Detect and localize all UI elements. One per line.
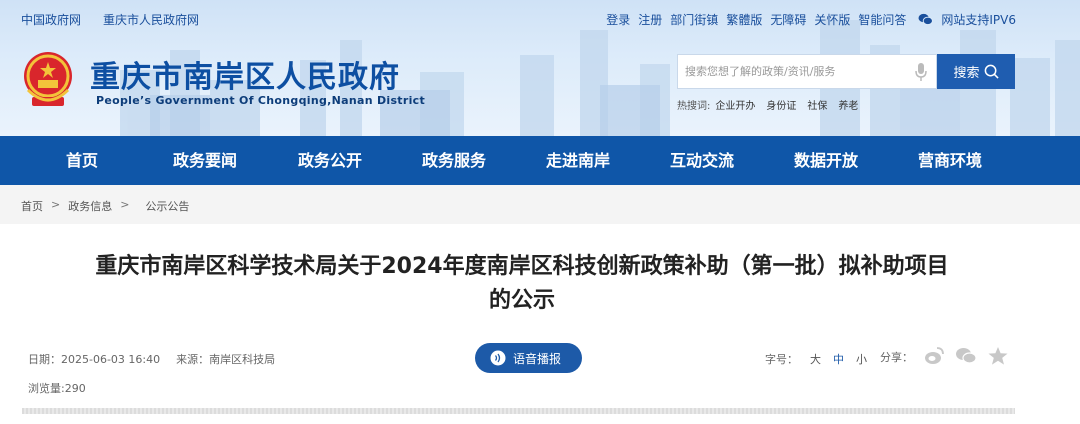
search-box — [677, 54, 937, 89]
microphone-icon[interactable] — [914, 62, 928, 82]
search-button-label: 搜索 — [953, 66, 980, 81]
view-count: 浏览量:290 — [28, 382, 86, 395]
accessibility-link[interactable]: 无障碍 — [770, 11, 806, 28]
nav-item-business-env[interactable]: 营商环境 — [918, 136, 982, 185]
nav-item-about-nanan[interactable]: 走进南岸 — [546, 136, 610, 185]
breadcrumb-home[interactable]: 首页 — [21, 198, 43, 214]
article-title-line-1: 重庆市南岸区科学技术局关于2024年度南岸区科技创新政策补助（第一批）拟补助项目 — [95, 254, 949, 279]
login-link[interactable]: 登录 — [606, 11, 630, 28]
breadcrumb: 首页 > 政务信息 > 公示公告 — [0, 185, 1080, 224]
article-source: 来源：南岸区科技局 — [176, 353, 276, 366]
wechat-share-icon[interactable] — [955, 346, 977, 366]
nav-item-news[interactable]: 政务要闻 — [173, 136, 237, 185]
font-size-large[interactable]: 大 — [810, 351, 821, 367]
site-header: 中国政府网 重庆市人民政府网 登录 注册 部门街镇 繁體版 无障碍 关怀版 智能… — [0, 0, 1080, 136]
weibo-icon[interactable] — [923, 346, 945, 366]
ipv6-support-label: 网站支持IPV6 — [941, 13, 1016, 27]
top-utility-bar: 中国政府网 重庆市人民政府网 登录 注册 部门街镇 繁體版 无障碍 关怀版 智能… — [0, 0, 1080, 36]
nav-item-home[interactable]: 首页 — [66, 136, 98, 185]
breadcrumb-gov-info[interactable]: 政务信息 — [68, 198, 112, 214]
nav-item-services[interactable]: 政务服务 — [422, 136, 486, 185]
traditional-chinese-link[interactable]: 繁體版 — [726, 11, 762, 28]
article-meta: 日期：2025-06-03 16:40 来源：南岸区科技局 — [28, 351, 275, 367]
hot-word-link[interactable]: 社保 — [807, 97, 827, 112]
link-chongqing-gov[interactable]: 重庆市人民政府网 — [103, 11, 199, 28]
hot-word-link[interactable]: 身份证 — [766, 97, 796, 112]
departments-link[interactable]: 部门街镇 — [670, 11, 718, 28]
audio-broadcast-label: 语音播报 — [513, 351, 562, 366]
favorite-star-icon[interactable] — [987, 346, 1009, 366]
breadcrumb-separator: > — [120, 198, 130, 211]
audio-broadcast-button[interactable]: 语音播报 — [475, 343, 582, 373]
search-input[interactable] — [678, 55, 908, 88]
hot-search-words: 热搜词: 企业开办 身份证 社保 养老 — [677, 97, 858, 112]
content-divider — [22, 408, 1015, 414]
main-navigation: 首页 政务要闻 政务公开 政务服务 走进南岸 互动交流 数据开放 营商环境 — [0, 136, 1080, 185]
search-button[interactable]: 搜索 — [937, 54, 1015, 89]
hot-word-link[interactable]: 养老 — [838, 97, 858, 112]
nav-item-open-data[interactable]: 数据开放 — [794, 136, 858, 185]
national-emblem-logo — [24, 52, 72, 106]
font-size-small[interactable]: 小 — [856, 351, 867, 367]
font-size-medium[interactable]: 中 — [833, 351, 844, 367]
share-bar: 分享： — [880, 346, 1009, 366]
hot-search-label: 热搜词: — [677, 101, 711, 112]
speaker-wave-icon — [490, 350, 506, 366]
site-subtitle: People’s Government Of Chongqing,Nanan D… — [96, 94, 426, 107]
nav-item-disclosure[interactable]: 政务公开 — [298, 136, 362, 185]
publish-date: 日期：2025-06-03 16:40 — [28, 353, 161, 366]
share-label: 分享： — [880, 351, 913, 364]
site-title: 重庆市南岸区人民政府 — [90, 60, 400, 95]
article-title-line-2: 的公示 — [488, 288, 555, 313]
article-title: 重庆市南岸区科学技术局关于2024年度南岸区科技创新政策补助（第一批）拟补助项目… — [22, 250, 1022, 318]
smart-qa-link[interactable]: 智能问答 — [858, 11, 906, 28]
hot-word-link[interactable]: 企业开办 — [715, 97, 755, 112]
font-size-control: 字号： 大 中 小 — [765, 351, 867, 367]
elder-care-link[interactable]: 关怀版 — [814, 11, 850, 28]
search-icon — [984, 64, 999, 79]
font-size-label: 字号： — [765, 353, 798, 366]
breadcrumb-separator: > — [51, 198, 61, 211]
link-china-gov[interactable]: 中国政府网 — [21, 11, 81, 28]
nav-item-interaction[interactable]: 互动交流 — [670, 136, 734, 185]
register-link[interactable]: 注册 — [638, 11, 662, 28]
breadcrumb-announcements[interactable]: 公示公告 — [145, 198, 189, 214]
wechat-icon[interactable] — [918, 13, 934, 26]
